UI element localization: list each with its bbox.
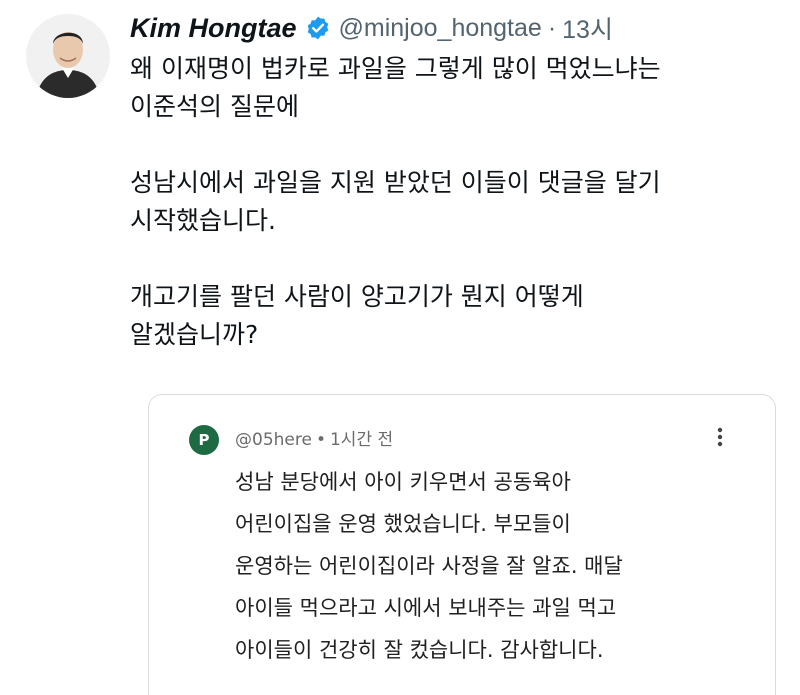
comment-time: 1시간 전 bbox=[329, 430, 394, 450]
tweet-header: Kim Hongtae @minjoo_hongtae · 13시 bbox=[130, 10, 613, 46]
comment-line: 아이들이 건강히 잘 컸습니다. 감사합니다. bbox=[235, 638, 604, 662]
author-display-name[interactable]: Kim Hongtae bbox=[130, 13, 297, 44]
tweet-timestamp[interactable]: 13시 bbox=[562, 10, 613, 46]
verified-badge-icon bbox=[305, 15, 331, 41]
attached-comment-screenshot[interactable]: P @05here • 1시간 전 성남 분당에서 아이 키우면서 공동육아 어린이… bbox=[148, 394, 776, 695]
tweet-line: 성남시에서 과일을 지원 받았던 이들이 댓글을 달기 bbox=[130, 168, 661, 197]
comment-meta: @05here • 1시간 전 bbox=[235, 425, 393, 450]
tweet-line: 알겠습니까? bbox=[130, 320, 259, 349]
more-vertical-icon bbox=[715, 425, 725, 449]
tweet-line: 시작했습니다. bbox=[130, 206, 276, 235]
comment-line: 아이들 먹으라고 시에서 보내주는 과일 먹고 bbox=[235, 596, 617, 620]
tweet-line: 이준석의 질문에 bbox=[130, 92, 299, 121]
header-separator: · bbox=[547, 13, 557, 42]
author-avatar[interactable] bbox=[26, 14, 110, 98]
tweet-line: 개고기를 팔던 사람이 양고기가 뭔지 어떻게 bbox=[130, 282, 584, 311]
comment-line: 어린이집을 운영 했었습니다. 부모들이 bbox=[235, 512, 571, 536]
author-handle[interactable]: @minjoo_hongtae bbox=[339, 14, 542, 43]
comment-line: 성남 분당에서 아이 키우면서 공동육아 bbox=[235, 470, 571, 494]
tweet-body: 왜 이재명이 법카로 과일을 그렇게 많이 먹었느냐는 이준석의 질문에 성남시… bbox=[130, 50, 770, 354]
comment-meta-separator: • bbox=[315, 430, 326, 450]
commenter-username: @05here bbox=[235, 430, 312, 450]
tweet-line: 왜 이재명이 법카로 과일을 그렇게 많이 먹었느냐는 bbox=[130, 54, 661, 83]
commenter-avatar: P bbox=[189, 425, 219, 455]
comment-line: 운영하는 어린이집이라 사정을 잘 알죠. 매달 bbox=[235, 554, 623, 578]
comment-text: 성남 분당에서 아이 키우면서 공동육아 어린이집을 운영 했었습니다. 부모들… bbox=[235, 461, 735, 671]
